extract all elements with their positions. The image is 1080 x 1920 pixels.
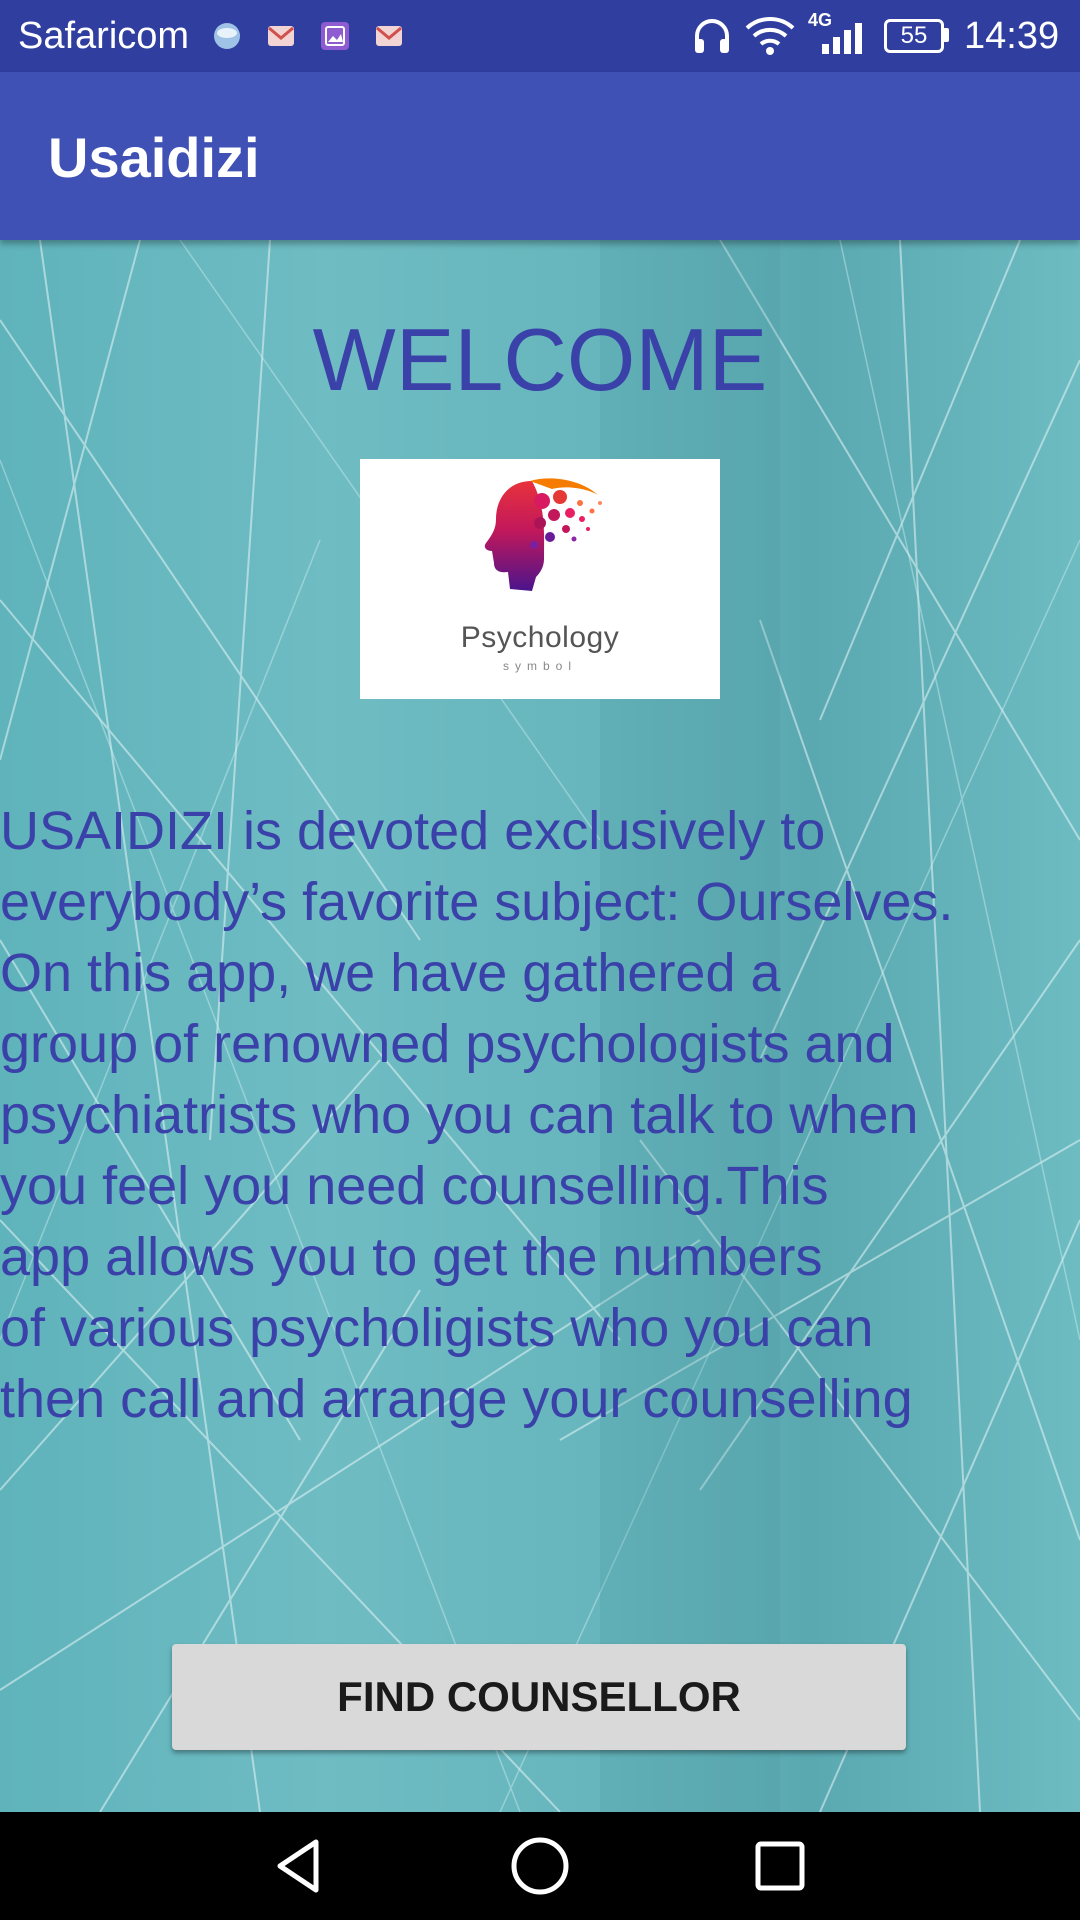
gmail-icon	[376, 26, 402, 46]
headphones-icon	[695, 19, 729, 53]
battery-level: 55	[900, 22, 928, 49]
clock: 14:39	[964, 15, 1060, 57]
wifi-icon	[745, 17, 795, 55]
gallery-icon	[321, 22, 349, 50]
status-bar: Safaricom 4G 55 14:39	[0, 0, 1080, 72]
app-bar: Usaidizi	[0, 72, 1080, 240]
gmail-icon	[268, 26, 294, 46]
home-icon[interactable]	[504, 1830, 576, 1902]
logo-subcaption: symbol	[502, 659, 577, 673]
battery-tip	[944, 28, 949, 42]
navigation-bar	[0, 1812, 1080, 1920]
battery-icon: 55	[884, 19, 944, 53]
find-counsellor-button[interactable]: FIND COUNSELLOR	[172, 1644, 906, 1750]
logo-caption: Psychology	[460, 621, 620, 654]
app-title: Usaidizi	[48, 126, 260, 189]
back-icon[interactable]	[264, 1830, 336, 1902]
welcome-heading: WELCOME	[312, 310, 768, 409]
main-content: WELCOME Psychology symbol USAIDIZI is de…	[0, 240, 1080, 1812]
psychology-logo: Psychology symbol	[360, 459, 720, 699]
recents-icon[interactable]	[744, 1830, 816, 1902]
carrier-name: Safaricom	[18, 15, 190, 57]
app-description: USAIDIZI is devoted exclusively to every…	[0, 801, 954, 1429]
weather-icon	[214, 23, 240, 49]
psychology-head-icon	[484, 478, 602, 591]
cellular-signal-icon	[822, 23, 862, 54]
